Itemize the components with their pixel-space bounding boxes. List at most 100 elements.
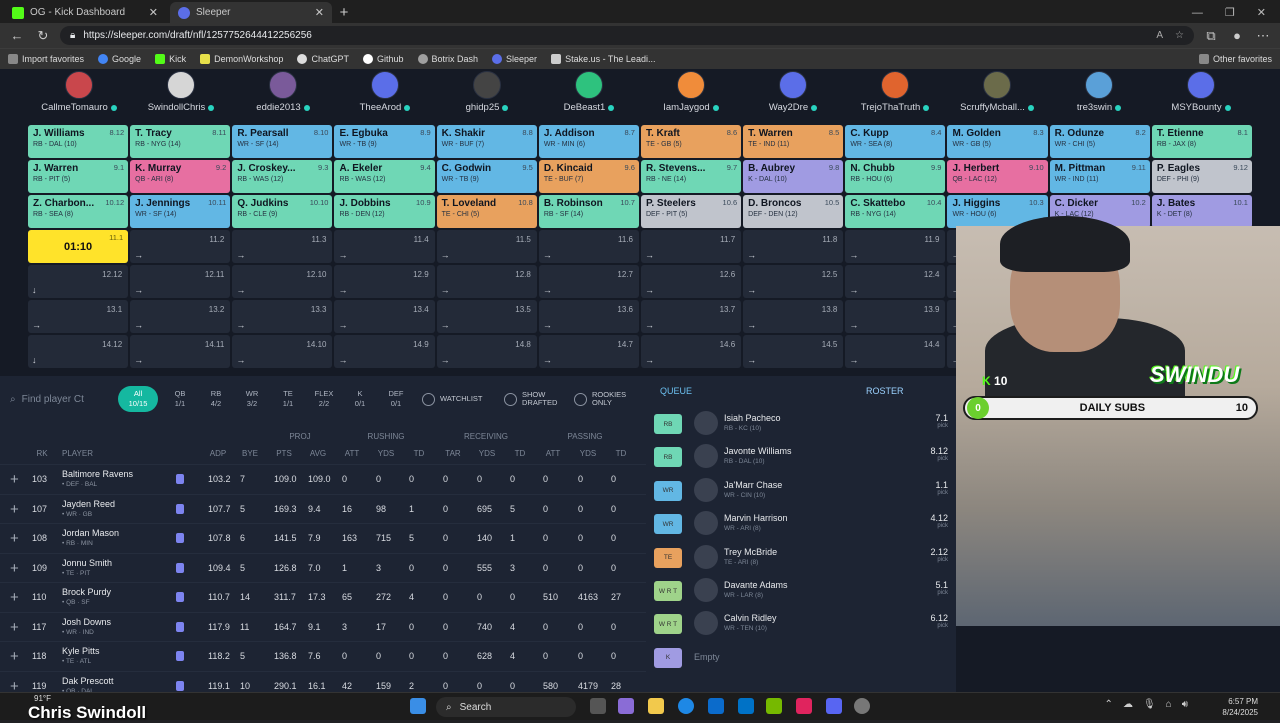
player-search-input[interactable]: ⌕ Find player Ct bbox=[10, 388, 106, 410]
draft-pick-cell[interactable]: R. Pearsall WR - SF (14) 8.10 bbox=[232, 125, 333, 158]
collections-icon[interactable]: ⧉ bbox=[1202, 28, 1220, 44]
settings-icon[interactable] bbox=[854, 698, 870, 714]
empty-pick-cell[interactable]: 11.7 → bbox=[640, 230, 742, 263]
draft-pick-cell[interactable]: T. Tracy RB - NYG (14) 8.11 bbox=[130, 125, 231, 158]
back-arrow-icon[interactable]: ← bbox=[8, 28, 26, 43]
queue-item[interactable]: WR Marvin Harrison WR - ARI (8) 4.12 pick bbox=[654, 510, 950, 543]
empty-pick-cell[interactable]: 14.8 → bbox=[436, 335, 537, 368]
tab-roster[interactable]: ROSTER bbox=[866, 386, 904, 396]
bookmark-other-favorites[interactable]: Other favorites bbox=[1198, 54, 1272, 64]
news-icon[interactable] bbox=[176, 651, 184, 661]
empty-pick-cell[interactable]: 13.3 → bbox=[232, 300, 333, 333]
add-to-queue-icon[interactable]: + bbox=[10, 678, 19, 693]
bookmark-chatgpt[interactable]: ChatGPT bbox=[297, 54, 349, 64]
empty-pick-cell[interactable]: 11.3 → bbox=[232, 230, 333, 263]
read-aloud-icon[interactable]: A bbox=[1156, 30, 1163, 41]
add-to-queue-icon[interactable]: + bbox=[10, 589, 19, 606]
draft-pick-cell[interactable]: R. Odunze WR - CHI (5) 8.2 bbox=[1049, 125, 1150, 158]
on-the-clock-cell[interactable]: 01:10 11.1 bbox=[28, 230, 129, 263]
news-icon[interactable] bbox=[176, 680, 184, 691]
empty-pick-cell[interactable]: 12.10 → bbox=[232, 265, 333, 298]
nvidia-icon[interactable] bbox=[766, 698, 782, 714]
news-icon[interactable] bbox=[176, 474, 184, 484]
draft-pick-cell[interactable]: D. Kincaid TE - BUF (7) 9.6 bbox=[538, 160, 639, 193]
team-avatar[interactable] bbox=[1187, 71, 1215, 99]
draft-pick-cell[interactable]: K. Murray QB - ARI (8) 9.2 bbox=[130, 160, 231, 193]
copilot-icon[interactable] bbox=[618, 698, 634, 714]
draft-pick-cell[interactable]: T. Kraft TE - GB (5) 8.6 bbox=[640, 125, 742, 158]
empty-pick-cell[interactable]: 11.5 → bbox=[436, 230, 537, 263]
team-avatar[interactable] bbox=[983, 71, 1011, 99]
taskbar-clock[interactable]: 6:57 PM 8/24/2025 bbox=[1222, 696, 1258, 718]
draft-pick-cell[interactable]: J. Herbert QB - LAC (12) 9.10 bbox=[947, 160, 1048, 193]
queue-item[interactable]: W R T Calvin Ridley WR - TEN (10) 6.12 pick bbox=[654, 610, 950, 643]
news-icon[interactable] bbox=[176, 533, 184, 543]
empty-pick-cell[interactable]: 12.9 → bbox=[334, 265, 435, 298]
team-avatar[interactable] bbox=[269, 71, 297, 99]
close-tab-icon[interactable]: ✕ bbox=[315, 6, 324, 19]
volume-icon[interactable]: 🔊︎ bbox=[1182, 699, 1188, 710]
tab-kick-dashboard[interactable]: OG - Kick Dashboard ✕ bbox=[4, 2, 166, 23]
draft-pick-cell[interactable]: R. Stevens... RB - NE (14) 9.7 bbox=[640, 160, 742, 193]
microphone-icon[interactable]: 🎙︎ bbox=[1143, 699, 1156, 710]
empty-pick-cell[interactable]: 12.6 → bbox=[640, 265, 742, 298]
new-tab-icon[interactable]: + bbox=[332, 4, 356, 21]
news-icon[interactable] bbox=[176, 503, 184, 514]
url-field[interactable]: 🔒︎ https://sleeper.com/draft/nfl/1257752… bbox=[60, 26, 1194, 45]
bookmark-stake[interactable]: Stake.us - The Leadi... bbox=[551, 54, 655, 64]
empty-pick-cell[interactable]: 14.7 → bbox=[538, 335, 639, 368]
empty-pick-cell[interactable]: 12.11 → bbox=[130, 265, 231, 298]
draft-pick-cell[interactable]: P. Steelers DEF - PIT (5) 10.6 bbox=[640, 195, 742, 228]
empty-pick-cell[interactable]: 13.7 → bbox=[640, 300, 742, 333]
team-avatar[interactable] bbox=[371, 71, 399, 99]
empty-pick-cell[interactable]: 14.12 ↓ bbox=[28, 335, 129, 368]
weather-widget[interactable]: 91°F bbox=[34, 694, 51, 703]
team-avatar[interactable] bbox=[1085, 71, 1113, 99]
queue-item[interactable]: W R T Davante Adams WR - LAR (8) 5.1 pick bbox=[654, 577, 950, 610]
bookmark-sleeper[interactable]: Sleeper bbox=[492, 54, 537, 64]
draft-pick-cell[interactable]: C. Skattebo RB - NYG (14) 10.4 bbox=[845, 195, 946, 228]
tab-sleeper[interactable]: Sleeper ✕ bbox=[170, 2, 332, 23]
chevron-up-icon[interactable]: ⌃ bbox=[1105, 699, 1113, 710]
add-to-queue-icon[interactable]: + bbox=[10, 648, 19, 665]
team-avatar[interactable] bbox=[473, 71, 501, 99]
filter-def[interactable]: DEF 0/1 bbox=[382, 389, 410, 409]
draft-pick-cell[interactable]: A. Ekeler RB - WAS (12) 9.4 bbox=[334, 160, 435, 193]
queue-item[interactable]: WR Ja'Marr Chase WR - CIN (10) 1.1 pick bbox=[654, 477, 950, 510]
cloud-icon[interactable]: ☁ bbox=[1123, 699, 1133, 710]
edge-icon[interactable] bbox=[678, 698, 694, 714]
empty-pick-cell[interactable]: 12.4 → bbox=[845, 265, 946, 298]
news-icon[interactable] bbox=[176, 621, 184, 632]
empty-pick-cell[interactable]: 11.4 → bbox=[334, 230, 435, 263]
show-drafted-toggle[interactable]: SHOW DRAFTED bbox=[504, 391, 562, 407]
player-row[interactable]: +110 Brock Purdy • QB · SF 110.7 14 311.7 17.3… bbox=[0, 582, 646, 611]
empty-pick-cell[interactable]: 13.1 → bbox=[28, 300, 129, 333]
empty-pick-cell[interactable]: 13.4 → bbox=[334, 300, 435, 333]
empty-pick-cell[interactable]: 14.5 → bbox=[743, 335, 844, 368]
tab-queue[interactable]: QUEUE bbox=[660, 386, 692, 396]
filter-all[interactable]: All 10/15 bbox=[118, 386, 158, 412]
player-row[interactable]: +118 Kyle Pitts • TE · ATL 118.2 5 136.8 7.6 0 0… bbox=[0, 641, 646, 670]
empty-pick-cell[interactable]: 13.2 → bbox=[130, 300, 231, 333]
filter-flex[interactable]: FLEX 2/2 bbox=[310, 389, 338, 409]
player-row[interactable]: +108 Jordan Mason • RB · MIN 107.8 6 141.5 7.9… bbox=[0, 523, 646, 552]
discord-icon[interactable] bbox=[826, 698, 842, 714]
maximize-icon[interactable]: ❐ bbox=[1225, 6, 1235, 19]
empty-pick-cell[interactable]: 13.6 → bbox=[538, 300, 639, 333]
draft-pick-cell[interactable]: Q. Judkins RB - CLE (9) 10.10 bbox=[232, 195, 333, 228]
empty-pick-cell[interactable]: 11.8 → bbox=[743, 230, 844, 263]
more-menu-icon[interactable]: ⋯ bbox=[1254, 28, 1272, 44]
draft-pick-cell[interactable]: J. Croskey... RB - WAS (12) 9.3 bbox=[232, 160, 333, 193]
draft-pick-cell[interactable]: J. Jennings WR - SF (14) 10.11 bbox=[130, 195, 231, 228]
filter-te[interactable]: TE 1/1 bbox=[274, 389, 302, 409]
bookmark-demonworkshop[interactable]: DemonWorkshop bbox=[200, 54, 283, 64]
queue-item[interactable]: K Empty bbox=[654, 644, 950, 677]
store-icon[interactable] bbox=[708, 698, 724, 714]
draft-pick-cell[interactable]: C. Kupp WR - SEA (8) 8.4 bbox=[845, 125, 946, 158]
queue-item[interactable]: RB Javonte Williams RB - DAL (10) 8.12 pick bbox=[654, 443, 950, 476]
filter-k[interactable]: K 0/1 bbox=[346, 389, 374, 409]
empty-pick-cell[interactable]: 11.9 → bbox=[845, 230, 946, 263]
bookmark-kick[interactable]: Kick bbox=[155, 54, 186, 64]
watchlist-toggle[interactable]: WATCHLIST bbox=[422, 392, 492, 406]
draft-pick-cell[interactable]: J. Addison WR - MIN (6) 8.7 bbox=[538, 125, 639, 158]
